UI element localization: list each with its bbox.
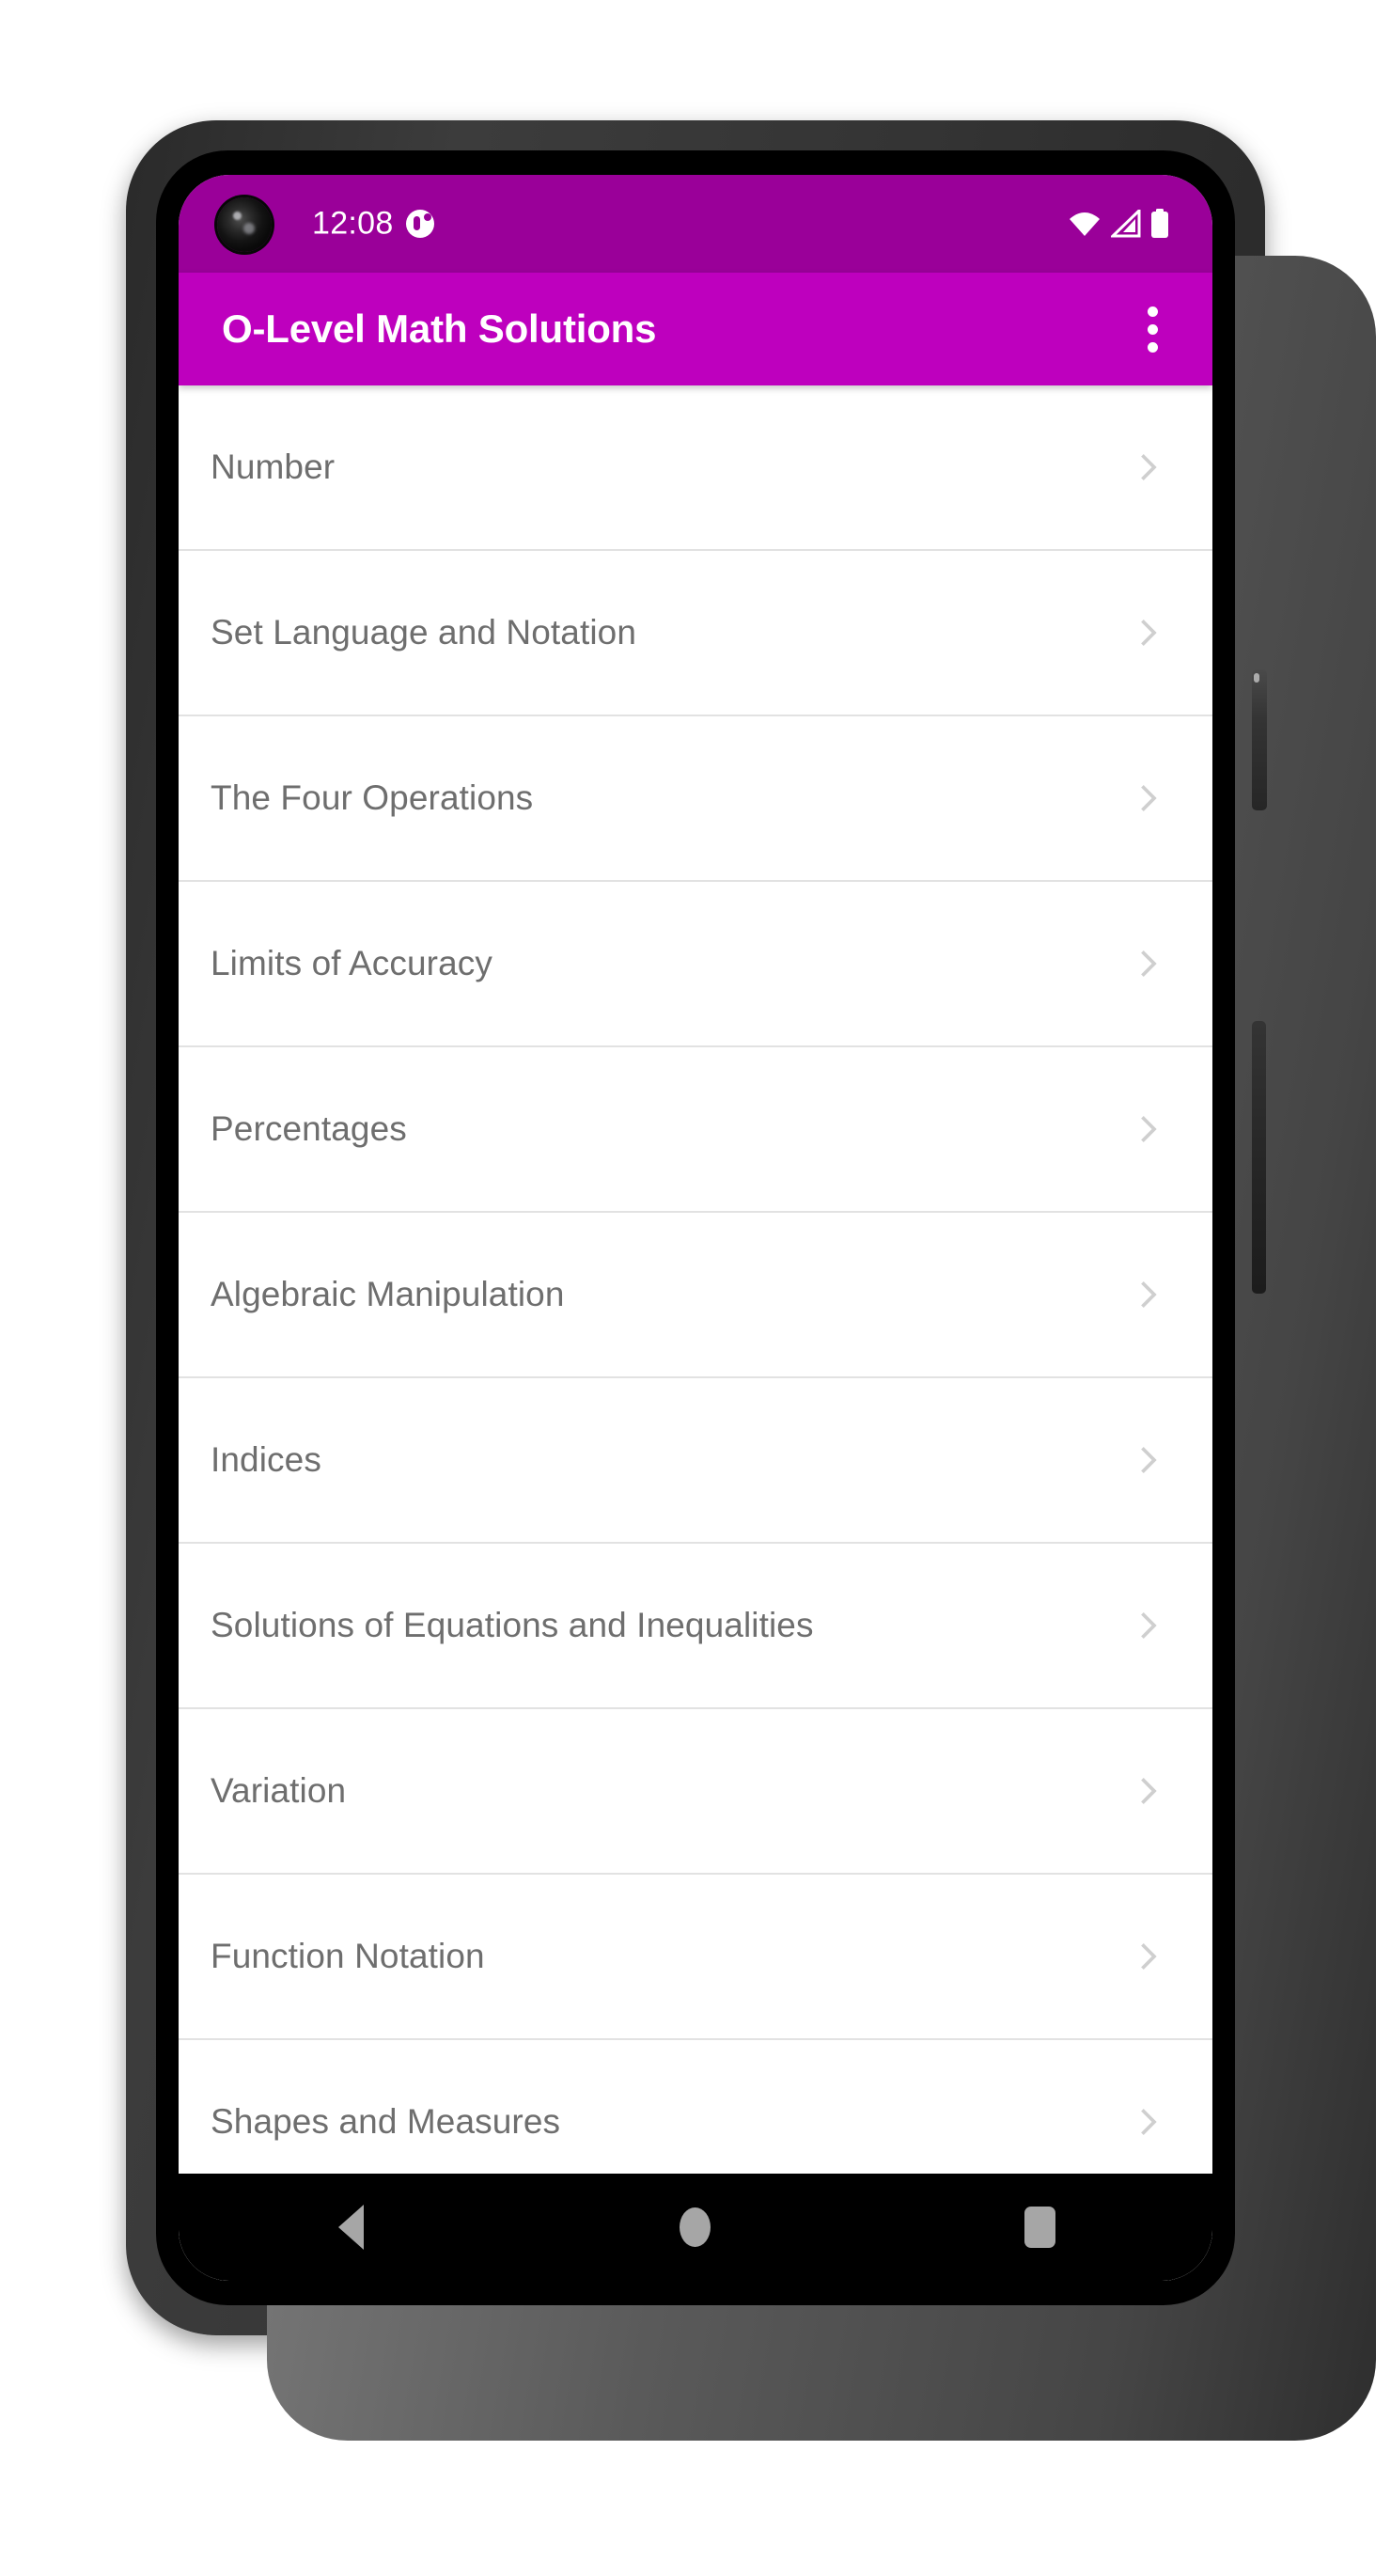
list-item-label: Variation (211, 1771, 347, 1810)
topic-list[interactable]: Number Set Language and Notation The Four … (179, 385, 1212, 2281)
list-item[interactable]: The Four Operations (179, 716, 1212, 882)
android-navigation-bar (179, 2174, 1212, 2281)
list-item-label: The Four Operations (211, 778, 534, 817)
back-triangle-icon (337, 2205, 364, 2250)
wifi-icon (1070, 212, 1100, 236)
list-item[interactable]: Number (179, 385, 1212, 551)
list-item[interactable]: Set Language and Notation (179, 551, 1212, 716)
overflow-menu-icon[interactable] (1126, 295, 1179, 363)
nav-back-button[interactable] (289, 2174, 412, 2281)
home-circle-icon (680, 2207, 711, 2247)
list-item[interactable]: Indices (179, 1378, 1212, 1544)
chevron-right-icon (1141, 620, 1157, 646)
list-item-label: Algebraic Manipulation (211, 1275, 565, 1313)
list-item-label: Solutions of Equations and Inequalities (211, 1606, 814, 1644)
list-item[interactable]: Variation (179, 1709, 1212, 1875)
cellular-signal-icon (1111, 210, 1141, 238)
status-bar-clock: 12:08 (312, 205, 394, 242)
nav-recents-button[interactable] (979, 2174, 1102, 2281)
status-bar-icons (1068, 209, 1169, 239)
chevron-right-icon (1141, 2109, 1157, 2135)
list-item[interactable]: Function Notation (179, 1875, 1212, 2040)
chevron-right-icon (1141, 1612, 1157, 1639)
chevron-right-icon (1141, 1116, 1157, 1142)
chevron-right-icon (1141, 785, 1157, 811)
chevron-right-icon (1141, 1281, 1157, 1308)
overflow-dot-1 (1147, 306, 1158, 317)
chevron-right-icon (1141, 1943, 1157, 1970)
overflow-dot-3 (1147, 341, 1158, 353)
list-item[interactable]: Algebraic Manipulation (179, 1213, 1212, 1378)
list-item-label: Limits of Accuracy (211, 944, 492, 982)
list-item-label: Number (211, 448, 336, 486)
nav-home-button[interactable] (634, 2174, 757, 2281)
status-bar: 12:08 (179, 175, 1212, 273)
chevron-right-icon (1141, 950, 1157, 977)
phone-screen: 12:08 O-Level Math Solutions Number Set L… (179, 175, 1212, 2281)
volume-rocker-button[interactable] (1252, 1021, 1266, 1294)
recents-square-icon (1024, 2207, 1056, 2248)
list-item-label: Percentages (211, 1109, 407, 1148)
list-item-label: Set Language and Notation (211, 613, 637, 652)
list-item[interactable]: Percentages (179, 1047, 1212, 1213)
chevron-right-icon (1141, 1778, 1157, 1804)
overflow-dot-2 (1147, 323, 1158, 335)
front-camera-punchhole-icon (217, 197, 272, 252)
power-button[interactable] (1252, 669, 1267, 810)
notification-dot-icon (406, 210, 434, 238)
list-item[interactable]: Solutions of Equations and Inequalities (179, 1544, 1212, 1709)
app-bar: O-Level Math Solutions (179, 273, 1212, 385)
list-item[interactable]: Limits of Accuracy (179, 882, 1212, 1047)
chevron-right-icon (1141, 1447, 1157, 1473)
battery-full-icon (1151, 209, 1168, 238)
chevron-right-icon (1141, 454, 1157, 480)
page-title: O-Level Math Solutions (222, 306, 657, 351)
list-item-label: Indices (211, 1440, 321, 1479)
list-item-label: Function Notation (211, 1937, 485, 1975)
list-item-label: Shapes and Measures (211, 2102, 561, 2141)
